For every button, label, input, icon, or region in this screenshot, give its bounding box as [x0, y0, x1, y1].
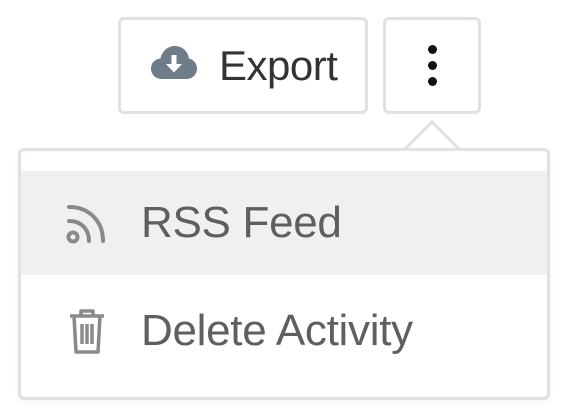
vertical-ellipsis-icon [427, 45, 437, 86]
dropdown-menu: RSS Feed Delete Activity [18, 148, 550, 400]
menu-item-rss-feed[interactable]: RSS Feed [21, 171, 547, 275]
export-button-label: Export [219, 41, 338, 89]
menu-item-label: Delete Activity [141, 306, 413, 355]
export-button[interactable]: Export [118, 17, 368, 114]
trash-icon [63, 307, 111, 355]
cloud-download-icon [151, 45, 197, 86]
toolbar: Export [0, 0, 562, 130]
menu-item-label: RSS Feed [141, 198, 342, 247]
menu-item-delete-activity[interactable]: Delete Activity [21, 279, 547, 383]
rss-icon [63, 199, 111, 247]
more-options-button[interactable] [383, 17, 481, 114]
